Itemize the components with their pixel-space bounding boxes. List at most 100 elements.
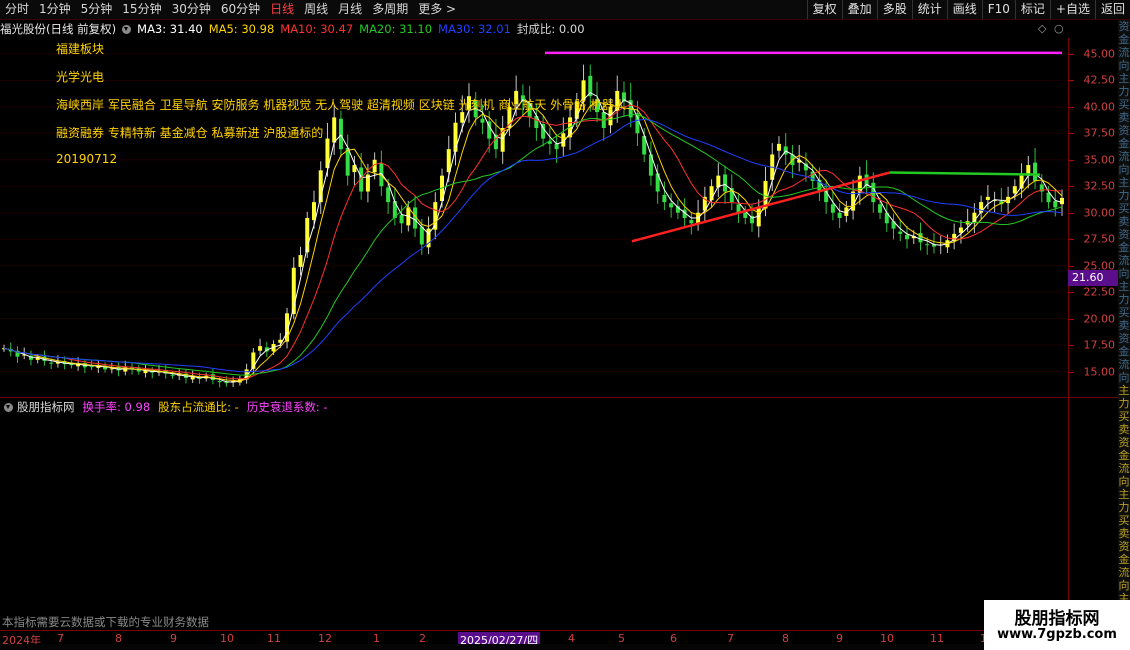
period-tab[interactable]: 1分钟 [34,0,76,19]
period-tab[interactable]: 周线 [299,0,333,19]
annotation-industry: 光学光电 [56,70,105,84]
price-tick-mark [1069,265,1074,267]
candle-body [210,374,215,380]
toolbar-button[interactable]: 统计 [911,0,947,19]
ma5-line [3,100,1063,382]
right-side-panel[interactable]: 资金流向主力买卖资金流向主力买卖资金流向主力买卖资金流向主力买卖资金流向主力买卖… [1118,20,1130,650]
candle-body [89,366,94,368]
side-panel-glyph: 金 [1118,33,1130,46]
candle-body [743,212,748,218]
side-panel-glyph: 金 [1118,553,1130,566]
period-tab[interactable]: 月线 [333,0,367,19]
period-tab[interactable]: 多周期 [367,0,413,19]
price-tick-mark [1069,318,1074,320]
side-panel-glyph: 金 [1118,241,1130,254]
candle-body [1060,197,1064,205]
price-tick-label: 37.50 [1083,126,1116,140]
period-tab[interactable]: 日线 [265,0,299,19]
toolbar-button[interactable]: +自选 [1049,0,1095,19]
side-panel-glyph: 卖 [1118,319,1130,332]
toolbar-right-buttons: 复权 叠加 多股 统计 画线 F10 标记 +自选 返回 [806,0,1130,19]
trend-line-green [889,171,1041,176]
candle-body [460,112,465,123]
toolbar-button[interactable]: 返回 [1094,0,1130,19]
seal-ratio-label: 封成比: 0.00 [516,22,585,36]
side-panel-glyph: 流 [1118,254,1130,267]
annotation-listing-date: 20190712 [56,152,118,166]
stock-title[interactable]: 福光股份(日线 前复权) [0,21,116,37]
price-tick-label: 30.00 [1083,206,1116,220]
data-requirement-note: 本指标需要云数据或下载的专业财务数据 [2,615,209,629]
circle-icon[interactable]: ○ [1054,22,1064,35]
toolbar-button[interactable]: F10 [981,0,1015,19]
ma20-label: MA20: 31.10 [359,22,433,36]
toolbar-button[interactable]: 复权 [806,0,842,19]
side-panel-glyph: 流 [1118,150,1130,163]
annotation-tags: 融资融券 专精特新 基金减仓 私募新进 沪股通标的 [56,126,324,140]
candle-body [837,212,842,218]
price-tick-label: 15.00 [1083,365,1116,379]
indicator-header: 股朋指标网 换手率: 0.98 股东占流通比: - 历史衰退系数: - [0,399,328,415]
period-tab[interactable]: 分时 [0,0,34,19]
current-price-tag: 21.60 [1068,270,1118,286]
ma-legend: 福光股份(日线 前复权) MA3: 31.40 MA5: 30.98 MA10:… [0,20,1068,38]
side-panel-glyph: 向 [1118,267,1130,280]
diamond-icon[interactable]: ◇ [1038,22,1046,35]
candle-body [298,255,303,267]
candle-body [1033,162,1038,181]
side-panel-glyph: 主 [1118,488,1130,501]
period-tab[interactable]: 60分钟 [216,0,265,19]
period-tabs: 分时 1分钟 5分钟 15分钟 30分钟 60分钟 日线 周线 月线 多周期 更多 > [0,0,461,19]
toolbar-button[interactable]: 叠加 [841,0,877,19]
candlestick-chart[interactable] [0,38,1068,398]
price-tick-label: 20.00 [1083,312,1116,326]
candle-body [1012,186,1017,194]
period-tab[interactable]: 30分钟 [167,0,216,19]
ma10-label: MA10: 30.47 [280,22,354,36]
side-panel-glyph: 力 [1118,85,1130,98]
price-tick-label: 42.50 [1083,73,1116,87]
bottom-scrollbar[interactable] [0,644,1068,650]
side-panel-glyph: 资 [1118,20,1130,33]
period-tab[interactable]: 5分钟 [76,0,118,19]
side-panel-glyph: 资 [1118,228,1130,241]
side-panel-glyph: 买 [1118,306,1130,319]
side-panel-glyph: 向 [1118,59,1130,72]
side-panel-glyph: 买 [1118,514,1130,527]
side-panel-glyph: 买 [1118,410,1130,423]
candle-body [49,362,54,364]
candle-body [662,194,667,203]
watermark-logo: 股朋指标网 www.7gpzb.com [984,600,1130,650]
price-tick-mark [1069,239,1074,241]
period-tab[interactable]: 更多 > [413,0,461,19]
side-panel-glyph: 卖 [1118,111,1130,124]
candle-body [669,203,674,208]
candle-body [905,234,910,240]
price-tick-label: 27.50 [1083,232,1116,246]
side-panel-glyph: 向 [1118,475,1130,488]
ma20-line [3,113,1063,376]
indicator-dropdown-icon[interactable] [4,402,13,412]
side-panel-glyph: 资 [1118,540,1130,553]
side-panel-glyph: 力 [1118,293,1130,306]
side-panel-glyph: 金 [1118,137,1130,150]
side-panel-glyph: 向 [1118,579,1130,592]
toolbar-button[interactable]: 画线 [946,0,982,19]
indicator-name[interactable]: 股朋指标网 [17,399,75,415]
side-panel-glyph: 向 [1118,371,1130,384]
toolbar-button[interactable]: 多股 [876,0,912,19]
side-panel-glyph: 卖 [1118,215,1130,228]
toolbar-button[interactable]: 标记 [1014,0,1050,19]
holder-ratio-label: 股东占流通比: - [158,400,239,414]
period-tab[interactable]: 15分钟 [117,0,166,19]
candle-body [979,202,984,213]
candle-body [830,204,835,213]
price-tick-mark [1069,133,1074,135]
side-panel-glyph: 金 [1118,449,1130,462]
annotation-concepts: 海峡西岸 军民融合 卫星导航 安防服务 机器视觉 无人驾驶 超清视频 区块链 光… [56,98,626,112]
price-axis: 45.00 42.50 40.00 37.50 35.00 32.50 30.00 27.50… [1068,38,1119,398]
side-panel-glyph: 资 [1118,332,1130,345]
ma10-line [3,104,1063,380]
side-panel-glyph: 资 [1118,124,1130,137]
dropdown-circle-icon[interactable] [122,24,132,34]
